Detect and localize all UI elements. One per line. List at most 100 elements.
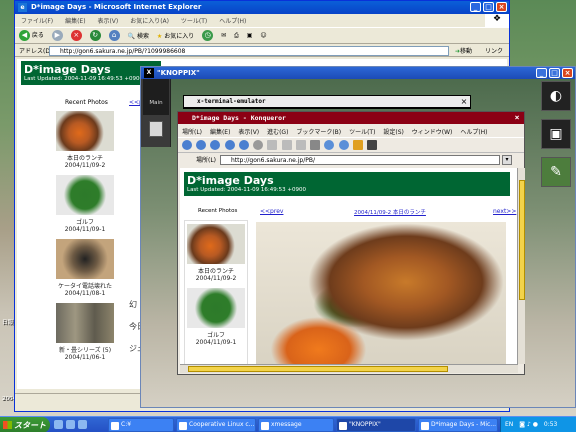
print-icon[interactable] — [310, 140, 321, 150]
gear-icon[interactable] — [367, 140, 378, 150]
forward-icon[interactable] — [196, 140, 207, 150]
ie-icon[interactable] — [54, 420, 63, 429]
xterm-titlebar[interactable]: x-terminal-emulator — [184, 96, 470, 108]
menu-tools[interactable]: ツール(T) — [181, 18, 207, 25]
photo-thumb[interactable]: ケータイ電話壊れた 2004/11/08-1 — [55, 239, 115, 297]
photo-thumb[interactable]: ゴルフ 2004/11/09-1 — [55, 175, 115, 233]
home-icon[interactable] — [224, 140, 235, 150]
security-icon[interactable] — [352, 140, 363, 150]
menu-help[interactable]: ヘルプ(H) — [460, 129, 487, 136]
scroll-thumb[interactable] — [188, 366, 448, 372]
menu-location[interactable]: 場所(L) — [182, 129, 202, 136]
tray-volume-icon[interactable]: ♪ — [527, 421, 531, 428]
maximize-button[interactable]: □ — [483, 2, 494, 12]
prev-link[interactable]: <<prev — [260, 208, 283, 215]
task-explorer[interactable]: C:¥ — [108, 418, 174, 432]
menu-go[interactable]: 進む(G) — [267, 129, 288, 136]
recent-photos-label: Recent Photos — [198, 208, 238, 214]
menu-favorites[interactable]: お気に入り(A) — [130, 18, 169, 25]
photo-date: 2004/11/09-1 — [195, 339, 237, 346]
links-button[interactable]: リンク — [485, 46, 503, 55]
knoppix-titlebar[interactable]: X "KNOPPIX" _ □ × — [141, 67, 575, 79]
task-xmessage[interactable]: xmessage — [258, 418, 334, 432]
main-food-photo[interactable] — [256, 222, 506, 364]
horizontal-scrollbar[interactable] — [180, 364, 518, 373]
reload-icon[interactable] — [238, 140, 249, 150]
favorites-button[interactable]: ★ お気に入り — [157, 31, 194, 40]
menu-bookmarks[interactable]: ブックマーク(B) — [296, 129, 341, 136]
photo-date: 2004/11/09-2 — [64, 162, 106, 169]
menu-view[interactable]: 表示(V) — [238, 129, 259, 136]
task-colinux[interactable]: Cooperative Linux c... — [176, 418, 256, 432]
clock[interactable]: 0:53 — [544, 421, 557, 428]
tray-app-icon[interactable]: ● — [533, 421, 538, 428]
close-icon[interactable]: × — [459, 97, 469, 107]
up-icon[interactable] — [210, 140, 221, 150]
close-button[interactable]: × — [562, 68, 573, 78]
menu-file[interactable]: ファイル(F) — [21, 18, 53, 25]
minimize-button[interactable]: _ — [536, 68, 547, 78]
document-icon[interactable] — [149, 121, 163, 137]
home-button[interactable]: ⌂ — [108, 30, 120, 41]
stop-icon[interactable] — [253, 140, 264, 150]
next-link[interactable]: next>> — [493, 208, 516, 215]
maximize-button[interactable]: □ — [549, 68, 560, 78]
ie-titlebar[interactable]: e D*image Days - Microsoft Internet Expl… — [15, 1, 509, 14]
photo-title: ゴルフ — [206, 332, 225, 339]
history-button[interactable]: ◷ — [202, 30, 214, 41]
dolls-photo — [56, 303, 114, 343]
dock-terminal-icon[interactable]: ▣ — [541, 119, 571, 149]
photo-thumb[interactable]: ゴルフ 2004/11/09-1 — [186, 288, 246, 346]
dock-app-icon[interactable]: ◐ — [541, 81, 571, 111]
back-button[interactable]: ◀ 戻る — [19, 30, 44, 41]
edit-button[interactable]: ▣ — [247, 32, 253, 39]
stop-button[interactable]: × — [70, 30, 82, 41]
desktop-icon[interactable] — [66, 420, 75, 429]
close-icon[interactable]: × — [512, 113, 522, 123]
zoom-out-icon[interactable] — [338, 140, 349, 150]
paste-icon[interactable] — [295, 140, 306, 150]
vertical-scrollbar[interactable] — [517, 168, 525, 364]
menu-window[interactable]: ウィンドウ(W) — [412, 129, 453, 136]
messenger-button[interactable]: ☺ — [260, 32, 266, 39]
go-button[interactable]: ➜移動 — [455, 46, 472, 55]
menu-edit[interactable]: 編集(E) — [210, 129, 230, 136]
minimize-button[interactable]: _ — [470, 2, 481, 12]
scroll-thumb[interactable] — [519, 180, 525, 300]
tray-network-icon[interactable]: ◙ — [519, 421, 525, 428]
site-banner[interactable]: D*image Days Last Updated: 2004-11-09 16… — [184, 172, 510, 196]
forward-button[interactable]: ▶ — [51, 30, 63, 41]
current-entry-link[interactable]: 2004/11/09-2 本日のランチ — [354, 208, 426, 216]
photo-thumb[interactable]: 新・畳シリーズ (5) 2004/11/06-1 — [55, 303, 115, 361]
back-icon[interactable] — [182, 140, 192, 150]
photo-thumb[interactable]: 本日のランチ 2004/11/09-2 — [186, 224, 246, 282]
refresh-button[interactable]: ↻ — [89, 30, 101, 41]
desktop-icon-label[interactable]: 日報 — [2, 318, 13, 326]
cut-icon[interactable] — [267, 140, 278, 150]
photo-thumb[interactable]: 本日のランチ 2004/11/09-2 — [55, 111, 115, 169]
task-ie[interactable]: D*image Days - Mic... — [418, 418, 498, 432]
zoom-in-icon[interactable] — [324, 140, 335, 150]
main-menu-button[interactable]: Main — [143, 79, 169, 115]
golf-photo — [187, 288, 245, 328]
language-indicator[interactable]: EN — [505, 421, 513, 428]
menu-help[interactable]: ヘルプ(H) — [219, 18, 246, 25]
start-button[interactable]: スタート — [0, 417, 50, 432]
menu-settings[interactable]: 設定(S) — [383, 129, 404, 136]
menu-edit[interactable]: 編集(E) — [65, 18, 85, 25]
media-icon[interactable] — [78, 420, 87, 429]
address-input[interactable]: http://gon6.sakura.ne.jp/PB/?1099986608 — [49, 46, 449, 56]
menu-view[interactable]: 表示(V) — [97, 18, 118, 25]
location-input[interactable]: http://gon6.sakura.ne.jp/PB/ — [220, 155, 500, 165]
print-button[interactable]: ⎙ — [234, 32, 239, 40]
dock-tool-icon[interactable]: ✎ — [541, 157, 571, 187]
konqueror-titlebar[interactable]: D*image Days - Konqueror × — [178, 112, 524, 124]
search-button[interactable]: 🔍 検索 — [128, 31, 149, 40]
close-button[interactable]: × — [496, 2, 507, 12]
dropdown-arrow-icon[interactable]: ▾ — [502, 155, 512, 165]
task-knoppix[interactable]: "KNOPPIX" — [336, 418, 416, 432]
mail-button[interactable]: ✉ — [221, 32, 226, 39]
copy-icon[interactable] — [281, 140, 292, 150]
menu-tools[interactable]: ツール(T) — [349, 129, 375, 136]
photo-title: ケータイ電話壊れた — [57, 283, 112, 290]
